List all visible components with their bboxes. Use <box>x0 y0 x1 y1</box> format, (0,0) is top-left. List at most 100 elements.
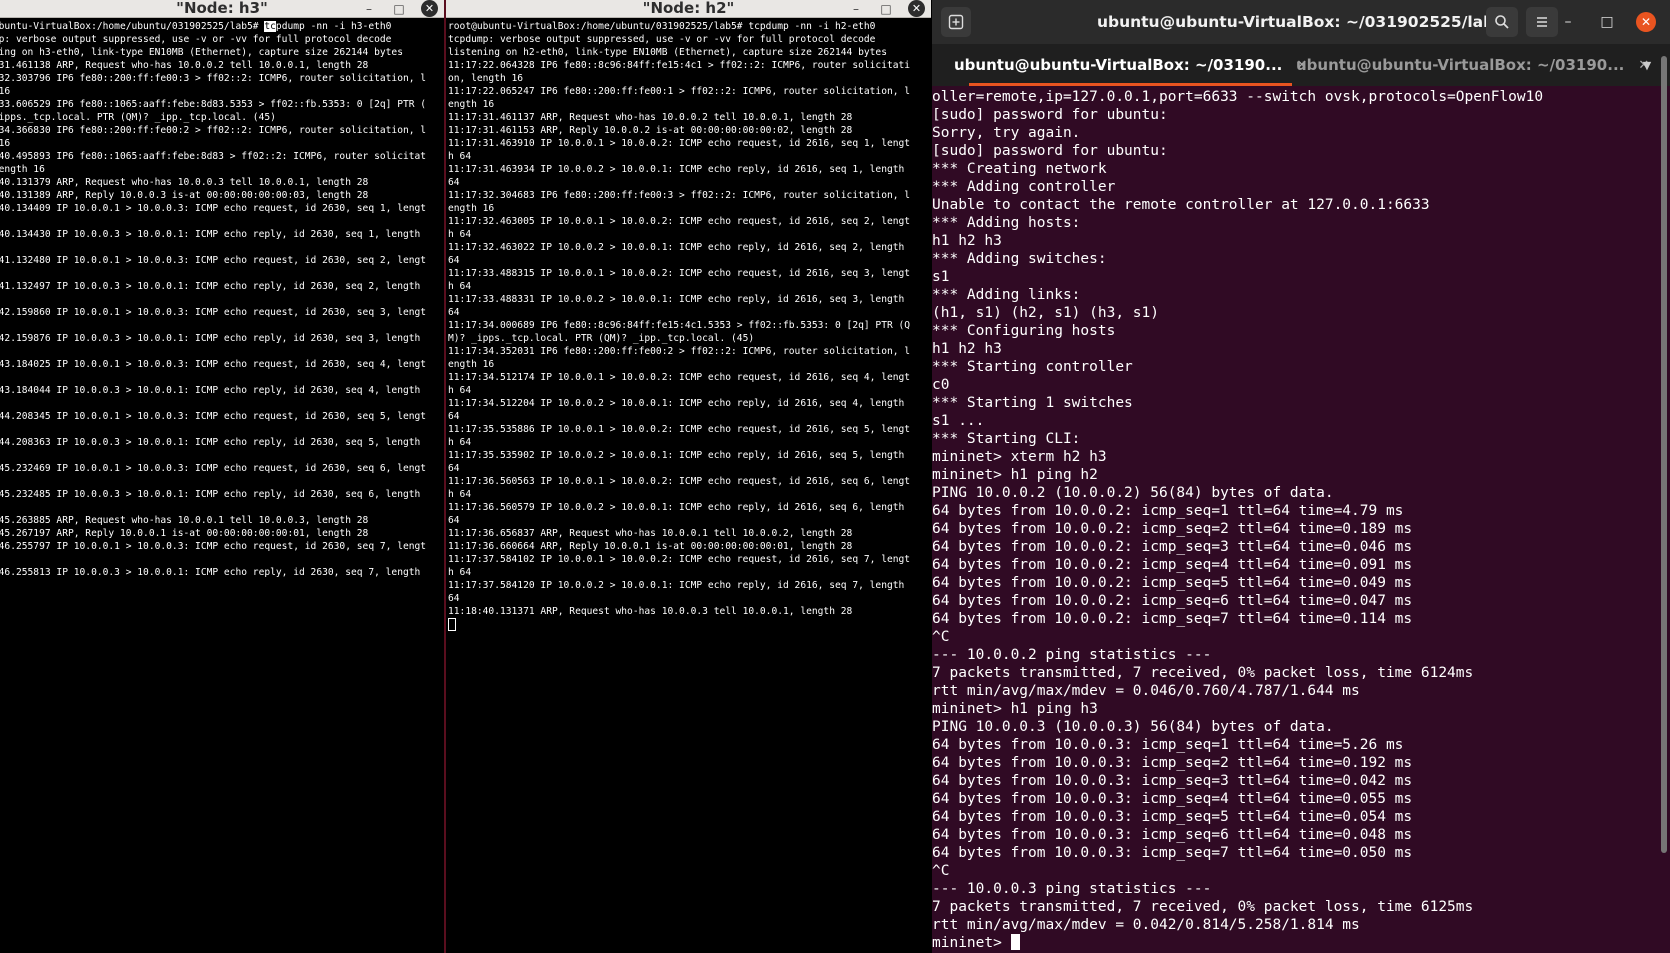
terminal-line: 64 <box>448 515 460 526</box>
terminal-line: 11:17:36.560579 IP 10.0.0.2 > 10.0.0.1: … <box>448 502 905 513</box>
terminal-line: *** Adding hosts: <box>932 215 1081 231</box>
terminal-line: 11:17:45.267197 ARP, Reply 10.0.0.1 is-a… <box>0 528 369 539</box>
terminal-line: 11:17:31.461138 ARP, Request who-has 10.… <box>0 60 369 71</box>
terminal-line: 64 bytes from 10.0.0.3: icmp_seq=1 ttl=6… <box>932 737 1404 753</box>
terminal-line: rtt min/avg/max/mdev = 0.046/0.760/4.787… <box>932 683 1360 699</box>
terminal-line: 64 <box>448 593 460 604</box>
terminal-line: 11:17:34.512174 IP 10.0.0.1 > 10.0.0.2: … <box>448 372 911 383</box>
terminal-line: on, length 16 <box>448 73 524 84</box>
tab-label: ubuntu@ubuntu-VirtualBox: ~/03190... <box>1296 56 1625 74</box>
terminal-line: listening on h3-eth0, link-type EN10MB (… <box>0 47 403 58</box>
terminal-line: h 64 <box>0 319 444 332</box>
terminal-line: 64 <box>0 579 444 592</box>
terminal-line: h 64 <box>448 567 472 578</box>
terminal-line: 64 bytes from 10.0.0.3: icmp_seq=4 ttl=6… <box>932 791 1413 807</box>
terminal-line: h1 h2 h3 <box>932 341 1002 357</box>
terminal-line: 11:17:31.463910 IP 10.0.0.1 > 10.0.0.2: … <box>448 138 911 149</box>
terminal-line: h 64 <box>0 215 444 228</box>
tab-terminal-2[interactable]: ubuntu@ubuntu-VirtualBox: ~/03190... ✕ <box>1296 44 1649 86</box>
command-text: pdump -nn -i h3-eth0 <box>275 21 392 32</box>
terminal-line: oller=remote,ip=127.0.0.1,port=6633 --sw… <box>932 89 1544 105</box>
terminal-line: 64 bytes from 10.0.0.3: icmp_seq=7 ttl=6… <box>932 845 1413 861</box>
terminal-line: 11:17:34.000689 IP6 fe80::8c96:84ff:fe15… <box>448 320 911 331</box>
terminal-line: 64 bytes from 10.0.0.3: icmp_seq=5 ttl=6… <box>932 809 1413 825</box>
terminal-line: Unable to contact the remote controller … <box>932 197 1430 213</box>
maximize-icon[interactable]: □ <box>391 1 407 17</box>
terminal-line: 11:17:45.232469 IP 10.0.0.1 > 10.0.0.3: … <box>0 463 427 474</box>
terminal-line: 11:17:31.461153 ARP, Reply 10.0.0.2 is-a… <box>448 125 853 136</box>
terminal-line: 64 bytes from 10.0.0.2: icmp_seq=6 ttl=6… <box>932 593 1413 609</box>
gnome-terminal-window[interactable]: ubuntu@ubuntu-VirtualBox: ~/031902525/la… <box>932 0 1670 953</box>
terminal-line: *** Adding switches: <box>932 251 1107 267</box>
minimize-icon[interactable]: – <box>361 1 377 17</box>
close-icon[interactable]: ✕ <box>908 0 925 17</box>
terminal-line: 11:17:31.461137 ARP, Request who-has 10.… <box>448 112 853 123</box>
terminal-line: 64 bytes from 10.0.0.2: icmp_seq=7 ttl=6… <box>932 611 1413 627</box>
xterm-h3-output[interactable]: root@ubuntu-VirtualBox:/home/ubuntu/0319… <box>0 18 444 953</box>
chevron-down-icon[interactable]: ▼ <box>1638 56 1656 74</box>
terminal-line: 64 bytes from 10.0.0.3: icmp_seq=3 ttl=6… <box>932 773 1413 789</box>
terminal-line: h 64 <box>448 151 472 162</box>
terminal-line: h 64 <box>448 385 472 396</box>
minimize-icon[interactable]: – <box>848 1 864 17</box>
terminal-line: 11:17:41.132497 IP 10.0.0.3 > 10.0.0.1: … <box>0 281 421 292</box>
terminal-line: 64 <box>448 177 460 188</box>
tab-terminal-1[interactable]: ubuntu@ubuntu-VirtualBox: ~/03190... ✕ <box>954 44 1307 86</box>
scrollbar[interactable] <box>1661 56 1667 853</box>
terminal-line: 11:17:33.488315 IP 10.0.0.1 > 10.0.0.2: … <box>448 268 911 279</box>
terminal-line: [sudo] password for ubuntu: <box>932 143 1168 159</box>
maximize-icon[interactable]: □ <box>1597 12 1617 32</box>
mininet-prompt: mininet> <box>932 935 1011 951</box>
terminal-line: 64 <box>448 463 460 474</box>
terminal-line: 64 <box>0 501 444 514</box>
terminal-line: 11:17:36.656837 ARP, Request who-has 10.… <box>448 528 853 539</box>
terminal-line: *** Starting 1 switches <box>932 395 1133 411</box>
terminal-line: --- 10.0.0.2 ping statistics --- <box>932 647 1212 663</box>
terminal-line: ength 16 <box>0 138 11 149</box>
close-icon[interactable]: ✕ <box>421 0 438 17</box>
terminal-line: *** Adding links: <box>932 287 1081 303</box>
terminal-line: 64 <box>0 293 444 306</box>
terminal-line: 11:17:32.463005 IP 10.0.0.1 > 10.0.0.2: … <box>448 216 911 227</box>
terminal-line: 64 bytes from 10.0.0.2: icmp_seq=2 ttl=6… <box>932 521 1413 537</box>
terminal-line: 11:17:22.065247 IP6 fe80::200:ff:fe00:1 … <box>448 86 911 97</box>
terminal-lines: oller=remote,ip=127.0.0.1,port=6633 --sw… <box>932 88 1670 934</box>
terminal-prompt-line: mininet> <box>932 934 1670 952</box>
terminal-line: 11:17:40.131389 ARP, Reply 10.0.0.3 is-a… <box>0 190 369 201</box>
search-icon[interactable] <box>1486 7 1518 37</box>
terminal-line: ength 16 <box>448 99 495 110</box>
terminal-line: 11:17:33.488331 IP 10.0.0.2 > 10.0.0.1: … <box>448 294 905 305</box>
terminal-line: 64 <box>0 345 444 358</box>
minimize-icon[interactable]: – <box>1558 12 1578 32</box>
xterm-h3-titlebar[interactable]: "Node: h3" – □ ✕ <box>0 0 444 18</box>
terminal-line: --- 10.0.0.3 ping statistics --- <box>932 881 1212 897</box>
terminal-line: h 64 <box>0 475 444 488</box>
terminal-line: 11:17:41.132480 IP 10.0.0.1 > 10.0.0.3: … <box>0 255 427 266</box>
terminal-line: (h1, s1) (h2, s1) (h3, s1) <box>932 305 1159 321</box>
terminal-line: s1 ... <box>932 413 985 429</box>
terminal-line: s1 <box>932 269 950 285</box>
close-icon[interactable]: ✕ <box>1636 12 1656 32</box>
terminal-line: *** Configuring hosts <box>932 323 1116 339</box>
hamburger-menu-icon[interactable] <box>1526 7 1558 37</box>
terminal-line: 64 <box>448 307 460 318</box>
terminal-line: 64 <box>448 411 460 422</box>
terminal-line: 11:17:32.304683 IP6 fe80::200:ff:fe00:3 … <box>448 190 911 201</box>
terminal-line: 64 <box>0 449 444 462</box>
terminal-output[interactable]: oller=remote,ip=127.0.0.1,port=6633 --sw… <box>932 86 1670 953</box>
terminal-line: h 64 <box>0 553 444 566</box>
xterm-window-h3[interactable]: "Node: h3" – □ ✕ root@ubuntu-VirtualBox:… <box>0 0 444 953</box>
terminal-line: ength 16 <box>0 86 11 97</box>
terminal-headerbar[interactable]: ubuntu@ubuntu-VirtualBox: ~/031902525/la… <box>932 0 1670 44</box>
xterm-h2-output[interactable]: root@ubuntu-VirtualBox:/home/ubuntu/0319… <box>446 18 931 953</box>
terminal-line: 64 <box>448 255 460 266</box>
maximize-icon[interactable]: □ <box>878 1 894 17</box>
terminal-line: 11:17:40.134430 IP 10.0.0.3 > 10.0.0.1: … <box>0 229 421 240</box>
terminal-line: *** Starting controller <box>932 359 1133 375</box>
terminal-line: 11:17:36.660664 ARP, Reply 10.0.0.1 is-a… <box>448 541 853 552</box>
xterm-window-h2[interactable]: "Node: h2" – □ ✕ root@ubuntu-VirtualBox:… <box>446 0 931 953</box>
terminal-line: 7 packets transmitted, 7 received, 0% pa… <box>932 665 1474 681</box>
terminal-line: ^C <box>932 629 950 645</box>
xterm-h2-titlebar[interactable]: "Node: h2" – □ ✕ <box>446 0 931 18</box>
terminal-line: 11:17:42.159860 IP 10.0.0.1 > 10.0.0.3: … <box>0 307 427 318</box>
